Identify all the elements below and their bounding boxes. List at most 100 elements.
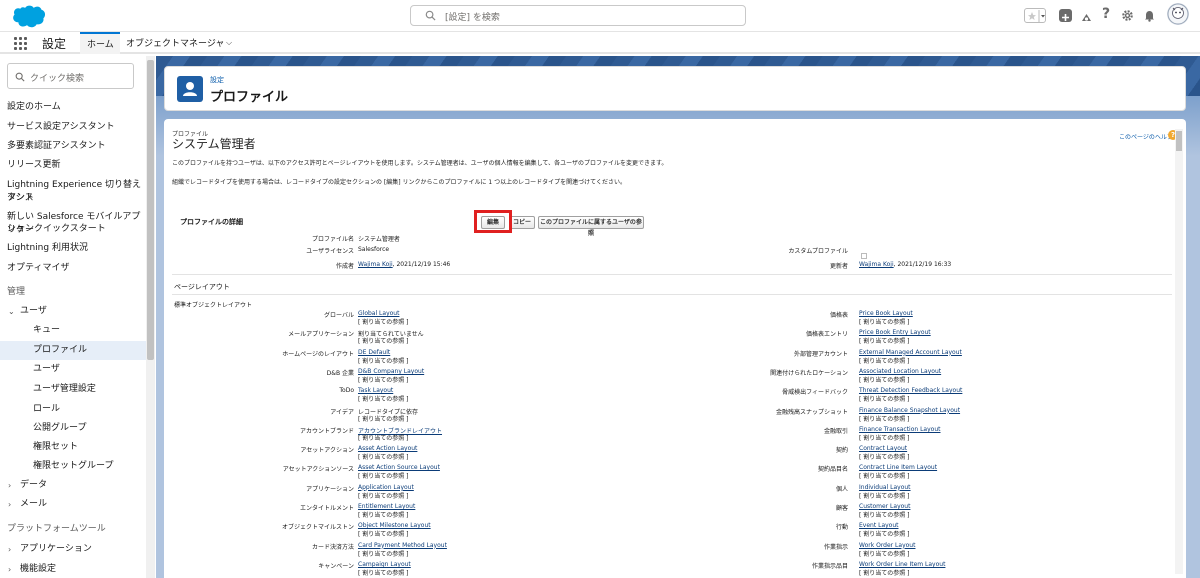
layout-link[interactable]: Card Payment Method Layout (358, 542, 447, 549)
sidebar-item-data[interactable]: データ (20, 479, 154, 492)
sidebar-item-user-management-settings[interactable]: ユーザ管理設定 (33, 383, 154, 396)
quick-find-input[interactable]: クイック検索 (7, 63, 134, 89)
sidebar-item-lightning-usage[interactable]: Lightning 利用状況 (7, 242, 147, 255)
trailhead-icon[interactable] (1080, 9, 1093, 22)
view-assignment-link[interactable]: [ 割り当ての参照 ] (358, 549, 409, 558)
copy-button[interactable]: コピー (509, 216, 535, 229)
sidebar-item-email[interactable]: メール (20, 498, 154, 511)
layout-link[interactable]: Work Order Line Item Layout (859, 561, 945, 568)
sidebar-item-optimizer[interactable]: オプティマイザ (7, 262, 147, 275)
help-icon[interactable]: ? (1102, 6, 1110, 22)
app-launcher-icon[interactable] (14, 37, 28, 51)
scrollbar-thumb[interactable] (147, 60, 154, 360)
sidebar-item-roles[interactable]: ロール (33, 403, 154, 416)
view-assignment-link[interactable]: [ 割り当ての参照 ] (358, 452, 409, 461)
layout-link[interactable]: Entitlement Layout (358, 503, 415, 510)
chevron-right-icon[interactable]: › (8, 500, 11, 509)
chevron-down-icon[interactable]: ⌵ (226, 38, 232, 48)
layout-link[interactable]: External Managed Account Layout (859, 349, 962, 356)
layout-link[interactable]: Global Layout (358, 310, 399, 317)
view-assignment-link[interactable]: [ 割り当ての参照 ] (358, 356, 409, 365)
layout-link[interactable]: Price Book Layout (859, 310, 913, 317)
help-link[interactable]: このページのヘルプ (1119, 132, 1173, 141)
tab-object-manager[interactable]: オブジェクトマネージャ (126, 36, 224, 49)
tab-home[interactable]: ホーム (80, 32, 120, 54)
global-search-input[interactable]: [設定] を検索 (410, 5, 746, 26)
layout-link[interactable]: Campaign Layout (358, 561, 411, 568)
layout-link[interactable]: Price Book Entry Layout (859, 329, 931, 336)
view-assignment-link[interactable]: [ 割り当ての参照 ] (859, 568, 910, 577)
user-avatar[interactable] (1167, 3, 1189, 25)
layout-link[interactable]: Object Milestone Layout (358, 522, 431, 529)
layout-link[interactable]: Asset Action Source Layout (358, 464, 440, 471)
scrollbar-thumb[interactable] (1176, 131, 1182, 151)
layout-link[interactable]: Asset Action Layout (358, 445, 417, 452)
layout-link[interactable]: Application Layout (358, 484, 414, 491)
view-assignment-link[interactable]: [ 割り当ての参照 ] (859, 549, 910, 558)
view-assignment-link[interactable]: [ 割り当ての参照 ] (358, 471, 409, 480)
view-assignment-link[interactable]: [ 割り当ての参照 ] (859, 375, 910, 384)
view-assignment-link[interactable]: [ 割り当ての参照 ] (859, 356, 910, 365)
view-assignment-link[interactable]: [ 割り当ての参照 ] (859, 471, 910, 480)
view-assignment-link[interactable]: [ 割り当ての参照 ] (358, 433, 409, 442)
view-assignment-link[interactable]: [ 割り当ての参照 ] (358, 510, 409, 519)
favorites-icon[interactable] (1024, 8, 1046, 23)
sidebar-item-permission-sets[interactable]: 権限セット (33, 441, 154, 454)
layout-link[interactable]: Task Layout (358, 387, 393, 394)
view-assignment-link[interactable]: [ 割り当ての参照 ] (358, 375, 409, 384)
view-assignment-link[interactable]: [ 割り当ての参照 ] (358, 336, 409, 345)
layout-link[interactable]: Contract Line Item Layout (859, 464, 937, 471)
view-assignment-link[interactable]: [ 割り当ての参照 ] (859, 491, 910, 500)
chevron-right-icon[interactable]: › (8, 481, 11, 490)
layout-link[interactable]: Individual Layout (859, 484, 911, 491)
view-assignment-link[interactable]: [ 割り当ての参照 ] (859, 336, 910, 345)
view-assignment-link[interactable]: [ 割り当ての参照 ] (859, 510, 910, 519)
view-assignment-link[interactable]: [ 割り当ての参照 ] (859, 529, 910, 538)
sidebar-item-permission-set-groups[interactable]: 権限セットグループ (33, 460, 154, 473)
layout-link[interactable]: Finance Transaction Layout (859, 426, 941, 433)
view-assignment-link[interactable]: [ 割り当ての参照 ] (358, 394, 409, 403)
view-assignment-link[interactable]: [ 割り当ての参照 ] (859, 414, 910, 423)
sidebar-item-users[interactable]: ユーザ (20, 305, 154, 318)
layout-link[interactable]: Contract Layout (859, 445, 907, 452)
add-icon[interactable] (1059, 9, 1072, 22)
layout-link[interactable]: Work Order Layout (859, 542, 915, 549)
notification-bell-icon[interactable] (1143, 7, 1156, 22)
content-scrollbar[interactable] (1175, 129, 1183, 574)
sidebar-item-mobile-quickstart-line2[interactable]: ションクイックスタート (7, 223, 147, 236)
chevron-down-icon[interactable]: ⌄ (8, 307, 15, 316)
created-by-user-link[interactable]: Wajima Koji (358, 261, 393, 268)
chevron-right-icon[interactable]: › (8, 545, 11, 554)
sidebar-item-release-updates[interactable]: リリース更新 (7, 159, 147, 172)
view-assignment-link[interactable]: [ 割り当ての参照 ] (358, 491, 409, 500)
chevron-right-icon[interactable]: › (8, 565, 11, 574)
salesforce-logo[interactable] (9, 4, 47, 29)
layout-link[interactable]: Associated Location Layout (859, 368, 941, 375)
sidebar-item-public-groups[interactable]: 公開グループ (33, 422, 154, 435)
modified-by-user-link[interactable]: Wajima Koji (859, 261, 894, 268)
view-assignment-link[interactable]: [ 割り当ての参照 ] (358, 529, 409, 538)
sidebar-scrollbar[interactable] (146, 56, 155, 578)
view-assignment-link[interactable]: [ 割り当ての参照 ] (358, 317, 409, 326)
view-assignment-link[interactable]: [ 割り当ての参照 ] (358, 414, 409, 423)
sidebar-item-lightning-transition-line2[interactable]: タント (7, 192, 147, 205)
sidebar-item-user-list[interactable]: ユーザ (33, 363, 154, 376)
gear-icon[interactable] (1121, 7, 1134, 21)
layout-link[interactable]: Event Layout (859, 522, 899, 529)
sidebar-item-service-setup-assistant[interactable]: サービス設定アシスタント (7, 121, 147, 134)
view-assignment-link[interactable]: [ 割り当ての参照 ] (859, 452, 910, 461)
view-assignment-link[interactable]: [ 割り当ての参照 ] (859, 317, 910, 326)
view-users-button[interactable]: このプロファイルに属するユーザの参照 (538, 216, 644, 237)
view-assignment-link[interactable]: [ 割り当ての参照 ] (859, 433, 910, 442)
view-assignment-link[interactable]: [ 割り当ての参照 ] (859, 394, 910, 403)
sidebar-item-queues[interactable]: キュー (33, 324, 154, 337)
layout-link[interactable]: Finance Balance Snapshot Layout (859, 407, 960, 414)
sidebar-item-profiles[interactable]: プロファイル (0, 341, 146, 360)
sidebar-item-apps[interactable]: アプリケーション (20, 543, 154, 556)
layout-link[interactable]: D&B Company Layout (358, 368, 424, 375)
sidebar-item-mfa-assistant[interactable]: 多要素認証アシスタント (7, 140, 147, 153)
view-assignment-link[interactable]: [ 割り当ての参照 ] (358, 568, 409, 577)
sidebar-item-setup-home[interactable]: 設定のホーム (7, 101, 147, 114)
layout-link[interactable]: Threat Detection Feedback Layout (859, 387, 962, 394)
sidebar-item-feature-settings[interactable]: 機能設定 (20, 563, 154, 576)
